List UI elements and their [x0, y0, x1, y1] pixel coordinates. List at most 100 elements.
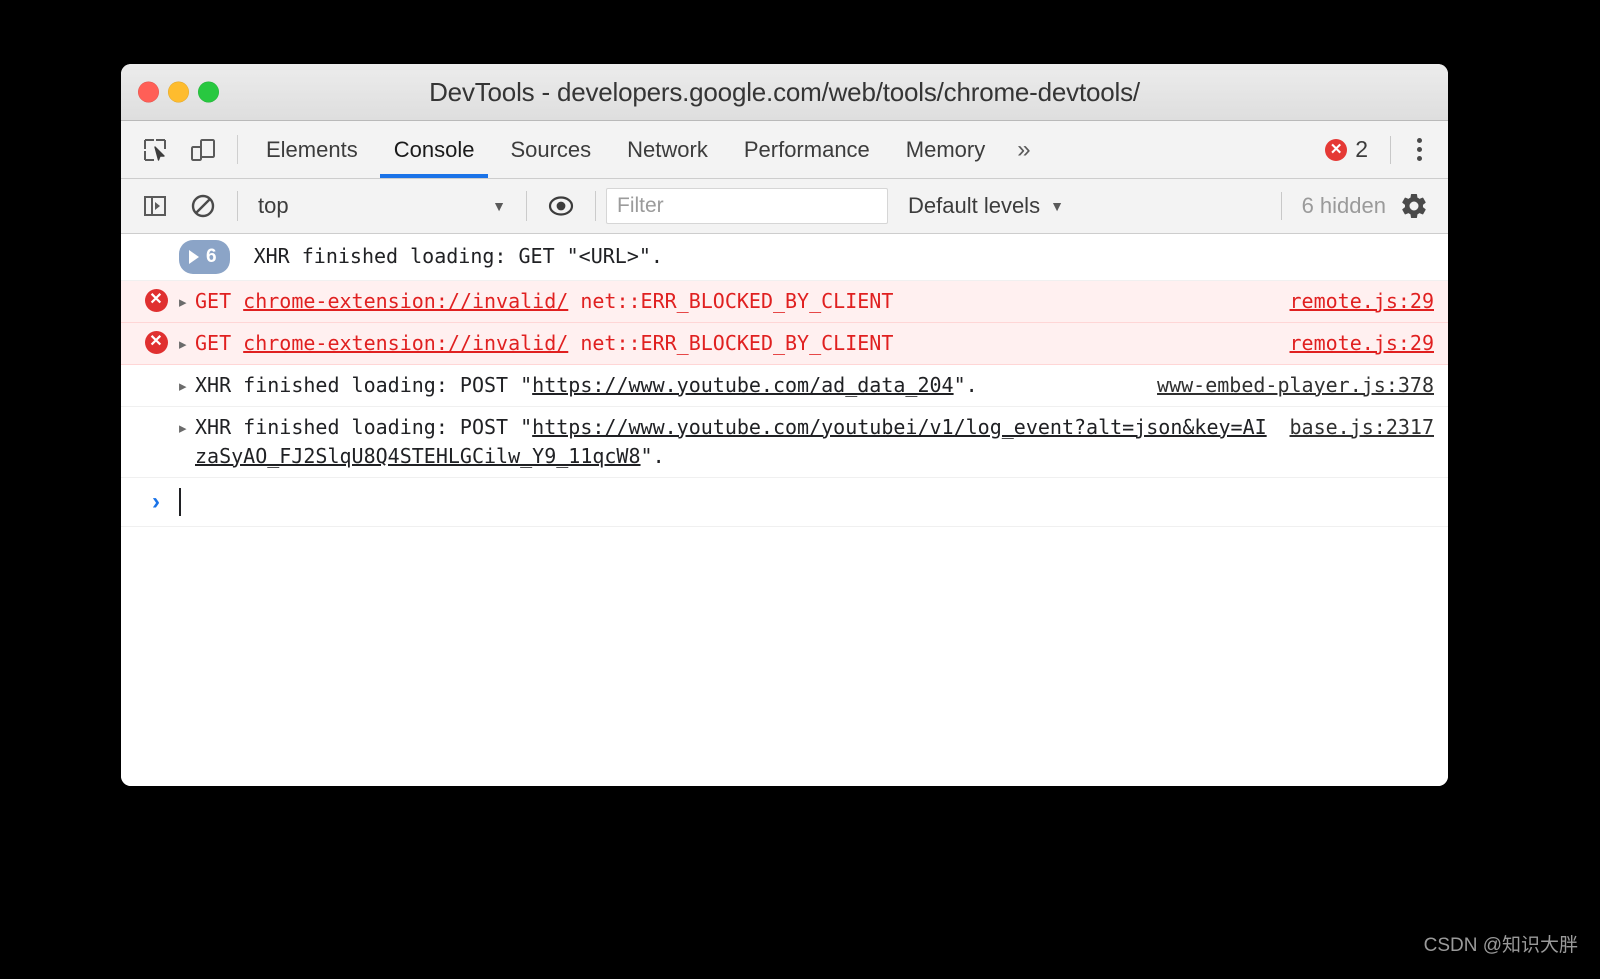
customize-devtools-button[interactable]: [1401, 138, 1438, 161]
expand-arrow-icon[interactable]: ▸: [179, 371, 195, 398]
live-expression-icon: [547, 192, 575, 220]
filter-input[interactable]: [606, 188, 888, 224]
tab-sources-label: Sources: [510, 136, 592, 162]
window-title: DevTools - developers.google.com/web/too…: [429, 76, 1140, 107]
error-gutter: ✕: [133, 329, 179, 354]
log-levels-label: Default levels: [908, 193, 1041, 218]
info-gutter: [133, 371, 179, 373]
tab-sources[interactable]: Sources: [492, 121, 609, 178]
console-error-message: GET chrome-extension://invalid/ net::ERR…: [195, 329, 1272, 358]
tab-performance[interactable]: Performance: [726, 121, 888, 178]
expand-arrow-icon[interactable]: ▸: [179, 329, 195, 356]
console-messages-list[interactable]: 6 XHR finished loading: GET "<URL>". ✕ ▸…: [121, 234, 1448, 786]
more-tabs-button[interactable]: »: [1003, 121, 1044, 178]
tab-memory[interactable]: Memory: [888, 121, 1003, 178]
execution-context-value: top: [258, 193, 289, 218]
clear-console-icon: [189, 192, 217, 220]
hidden-messages-count: 6 hidden: [1301, 193, 1386, 218]
close-button[interactable]: [138, 81, 159, 103]
filterbar-right-group: 6 hidden: [1271, 179, 1448, 234]
inspect-element-icon: [140, 135, 170, 165]
window-titlebar: DevTools - developers.google.com/web/too…: [121, 64, 1448, 121]
info-prefix: XHR finished loading: POST ": [195, 372, 533, 397]
screenshot-stage: DevTools - developers.google.com/web/too…: [0, 0, 1600, 979]
settings-gear-icon: [1399, 191, 1429, 221]
error-circle-icon: ✕: [144, 330, 168, 354]
console-error-row[interactable]: ✕ ▸ GET chrome-extension://invalid/ net:…: [121, 322, 1448, 365]
group-gutter: [133, 256, 179, 258]
group-count-value: 6: [206, 246, 217, 267]
expand-arrow-icon[interactable]: ▸: [179, 413, 195, 440]
tab-console-label: Console: [393, 136, 475, 162]
filterbar-divider-2: [526, 191, 527, 221]
console-source-link[interactable]: remote.js:29: [1290, 329, 1435, 358]
prompt-chevron-icon: ›: [152, 487, 160, 515]
tab-elements[interactable]: Elements: [248, 121, 376, 178]
info-link[interactable]: https://www.youtube.com/ad_data_204: [532, 373, 953, 397]
error-suffix: net::ERR_BLOCKED_BY_CLIENT: [568, 288, 894, 313]
inspect-element-button[interactable]: [131, 121, 179, 178]
maximize-button[interactable]: [198, 81, 219, 103]
log-levels-selector[interactable]: Default levels ▼: [908, 193, 1064, 219]
filterbar-divider-1: [237, 191, 238, 221]
info-prefix: XHR finished loading: POST ": [195, 414, 533, 439]
device-toolbar-icon: [188, 135, 218, 165]
device-toolbar-button[interactable]: [179, 121, 227, 178]
console-info-message: XHR finished loading: POST "https://www.…: [195, 413, 1272, 471]
console-info-row[interactable]: ▸ XHR finished loading: POST "https://ww…: [121, 406, 1448, 478]
tabbar-right-group: ✕ 2: [1313, 121, 1448, 178]
console-info-message: XHR finished loading: POST "https://www.…: [195, 371, 1139, 400]
chevron-down-icon: ▼: [1050, 198, 1064, 214]
tab-network[interactable]: Network: [609, 121, 726, 178]
console-prompt-row[interactable]: ›: [121, 478, 1448, 527]
expand-arrow-icon[interactable]: ▸: [179, 287, 195, 314]
watermark-text: CSDN @知识大胖: [1423, 935, 1578, 956]
tab-elements-label: Elements: [266, 136, 358, 162]
console-error-row[interactable]: ✕ ▸ GET chrome-extension://invalid/ net:…: [121, 280, 1448, 323]
console-sidebar-icon: [141, 192, 169, 220]
error-link[interactable]: chrome-extension://invalid/: [243, 289, 568, 313]
console-info-row[interactable]: ▸ XHR finished loading: POST "https://ww…: [121, 364, 1448, 407]
chevron-down-icon: ▼: [492, 198, 506, 214]
error-count-value: 2: [1355, 136, 1368, 162]
error-suffix: net::ERR_BLOCKED_BY_CLIENT: [568, 330, 894, 355]
play-triangle-icon: [189, 249, 199, 264]
console-source-link[interactable]: base.js:2317: [1290, 413, 1435, 442]
live-expression-button[interactable]: [537, 179, 585, 234]
devtools-window: DevTools - developers.google.com/web/too…: [121, 64, 1448, 786]
error-circle-icon: ✕: [1325, 138, 1348, 161]
devtools-tabbar: Elements Console Sources Network Perform…: [121, 121, 1448, 179]
traffic-light-controls: [138, 81, 219, 103]
console-group-row[interactable]: 6 XHR finished loading: GET "<URL>".: [121, 234, 1448, 281]
error-prefix: GET: [195, 288, 244, 313]
text-cursor: [179, 487, 181, 516]
info-gutter: [133, 413, 179, 415]
tabbar-divider: [1390, 135, 1391, 164]
chevron-double-right-icon: »: [1017, 135, 1031, 163]
info-suffix: ".: [953, 372, 978, 397]
error-count-indicator[interactable]: ✕ 2: [1313, 136, 1380, 163]
toolbar-divider: [237, 135, 238, 164]
kebab-menu-icon: [1417, 138, 1422, 143]
console-group-message: XHR finished loading: GET "<URL>".: [253, 244, 663, 269]
console-source-link[interactable]: www-embed-player.js:378: [1157, 371, 1434, 400]
console-error-message: GET chrome-extension://invalid/ net::ERR…: [195, 287, 1272, 316]
filterbar-divider-4: [1280, 192, 1282, 220]
error-circle-icon: ✕: [144, 288, 168, 312]
tab-network-label: Network: [627, 136, 708, 162]
error-gutter: ✕: [133, 287, 179, 312]
error-link[interactable]: chrome-extension://invalid/: [243, 331, 568, 355]
info-suffix: ".: [640, 443, 665, 468]
console-sidebar-toggle[interactable]: [131, 179, 179, 234]
tab-performance-label: Performance: [743, 136, 870, 162]
execution-context-selector[interactable]: top ▼: [248, 188, 516, 224]
tab-console[interactable]: Console: [376, 121, 493, 178]
clear-console-button[interactable]: [179, 179, 227, 234]
minimize-button[interactable]: [168, 81, 189, 103]
filterbar-divider-3: [595, 191, 596, 221]
tab-memory-label: Memory: [905, 136, 986, 162]
error-prefix: GET: [195, 330, 244, 355]
group-count-badge[interactable]: 6: [179, 240, 230, 274]
settings-button[interactable]: [1390, 179, 1438, 234]
console-source-link[interactable]: remote.js:29: [1290, 287, 1435, 316]
